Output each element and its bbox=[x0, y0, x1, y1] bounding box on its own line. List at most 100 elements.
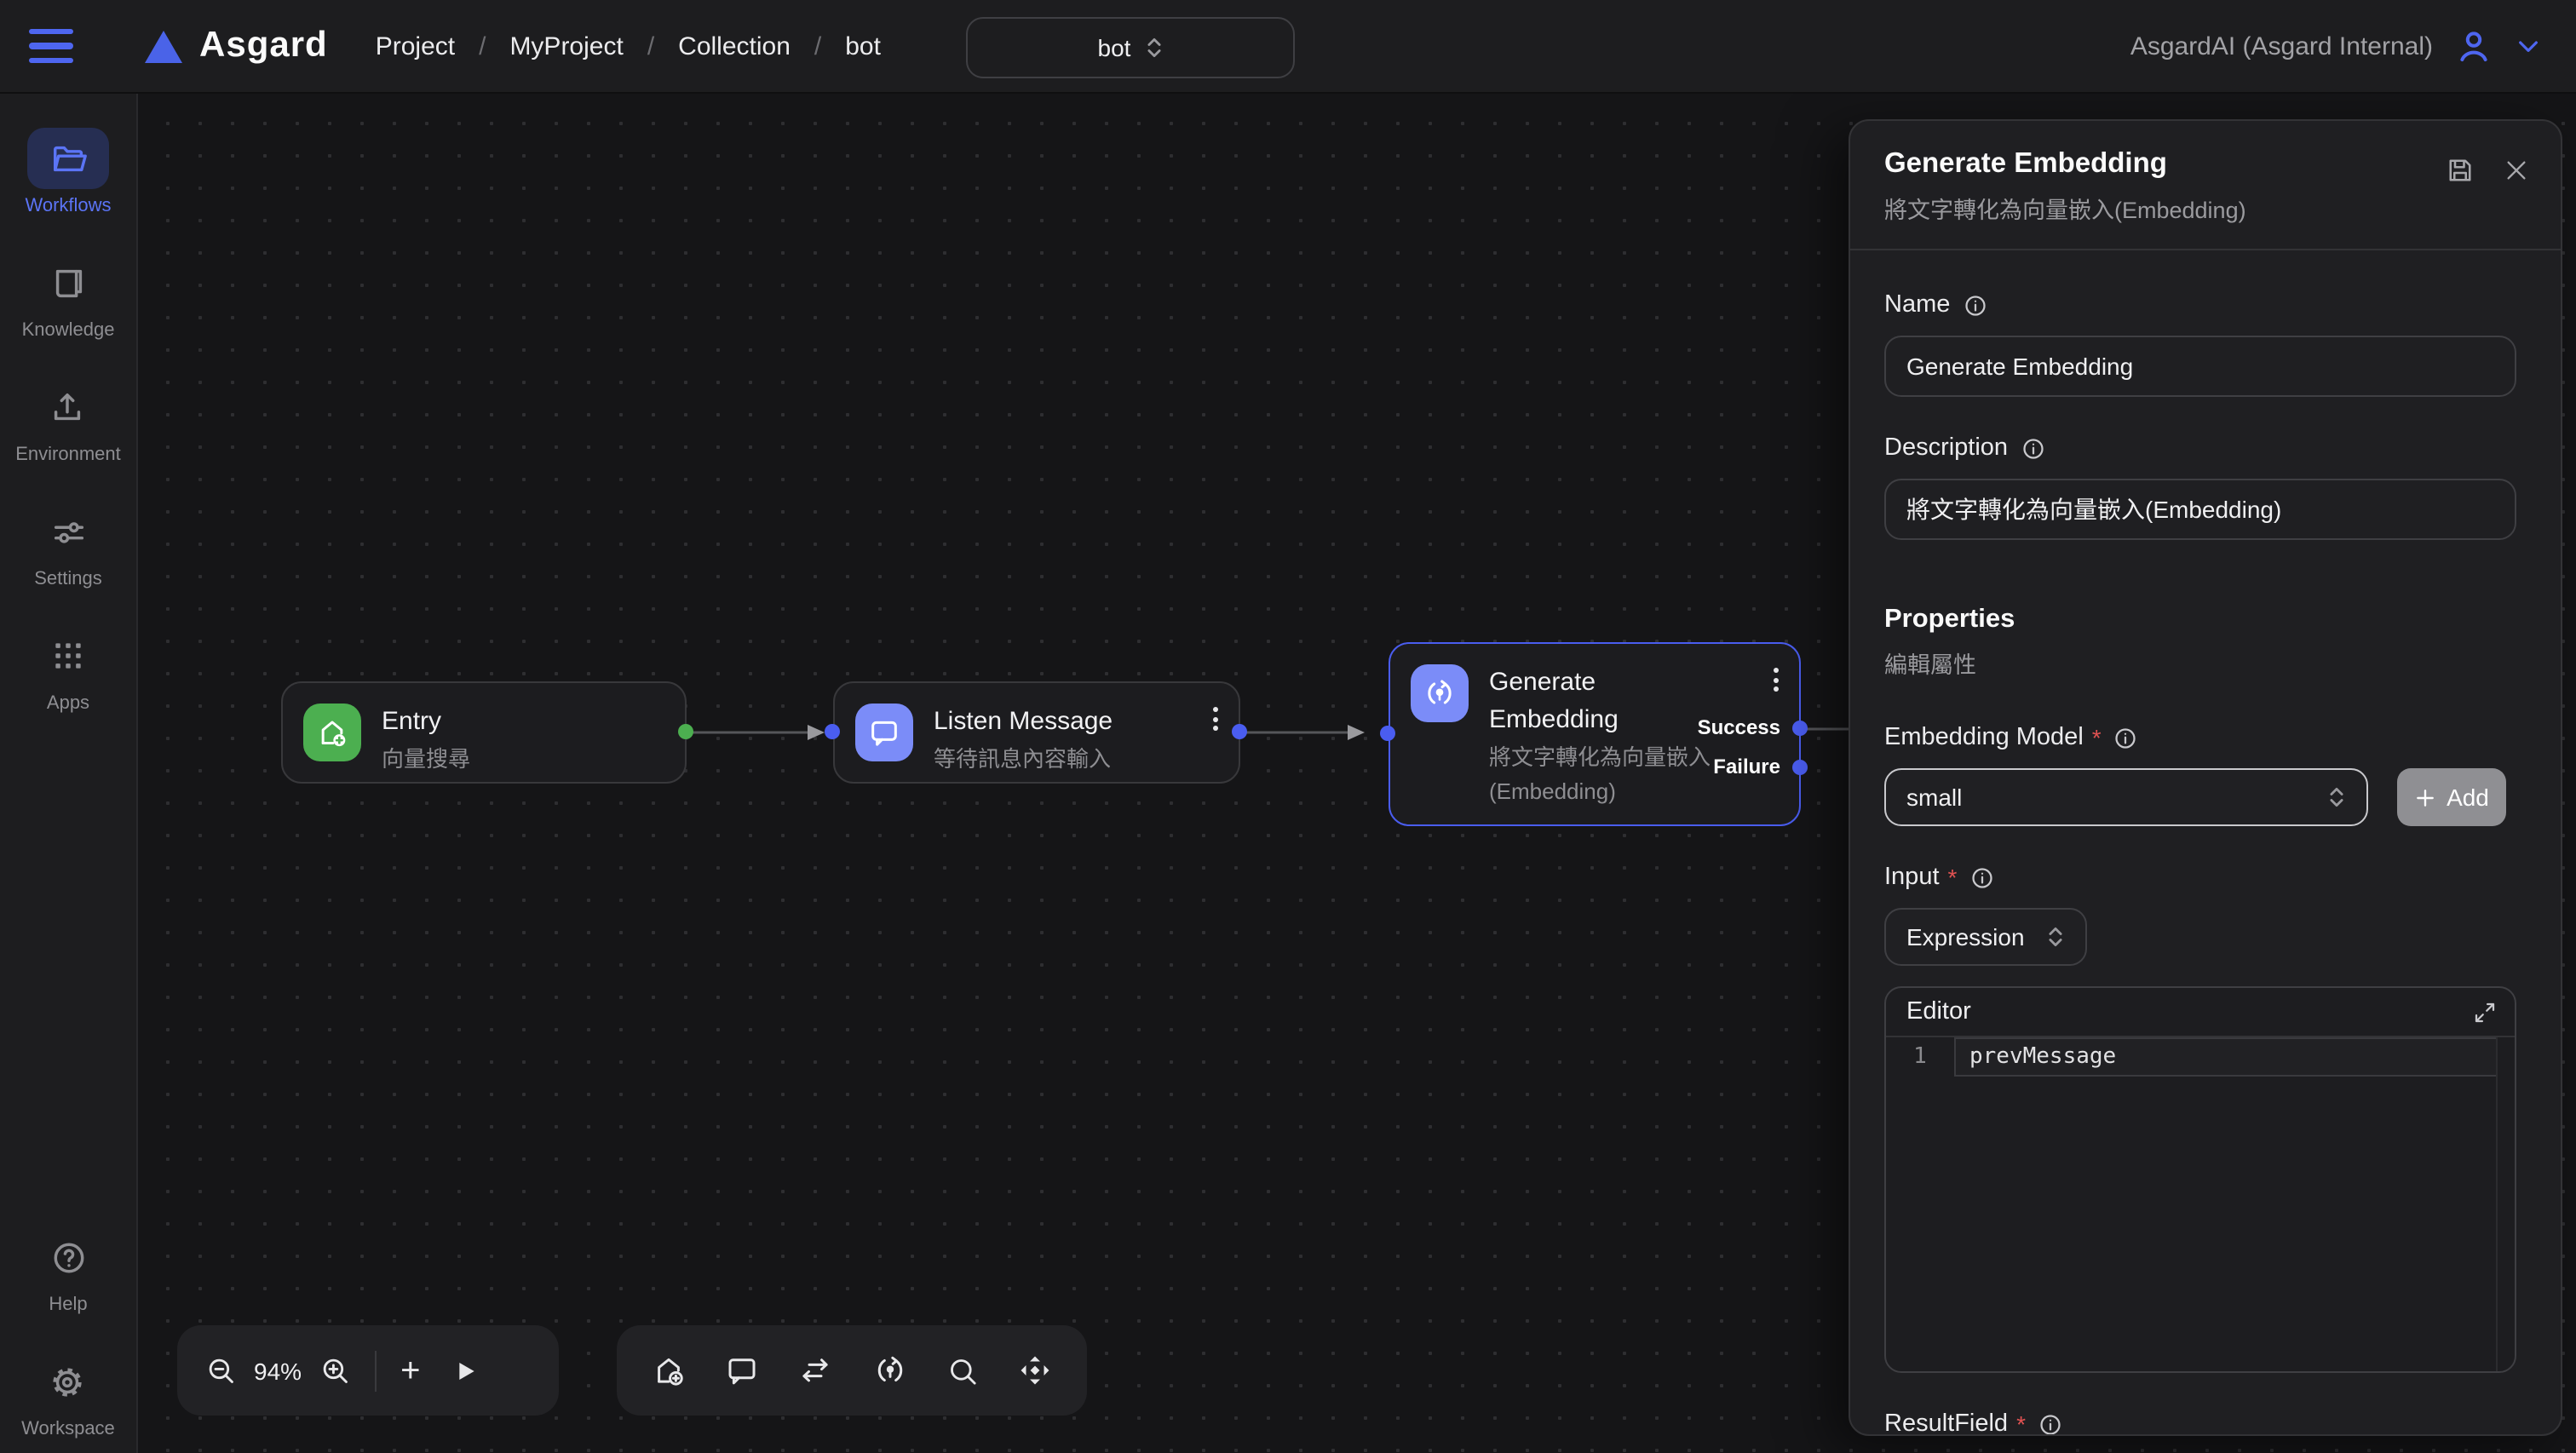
embedding-failure-port[interactable] bbox=[1792, 760, 1808, 775]
add-transfer-node-button[interactable] bbox=[798, 1352, 834, 1388]
listen-output-port[interactable] bbox=[1232, 724, 1247, 739]
canvas-zoom-toolbar: 94% + bbox=[177, 1325, 559, 1416]
breadcrumb: Project / MyProject / Collection / bot bbox=[376, 32, 881, 60]
app-window: Entry 向量搜尋 Listen Message 等待訊息內容輸入 bbox=[0, 0, 2576, 1453]
upload-icon bbox=[27, 376, 109, 438]
editor-code-area[interactable]: 1 prevMessage bbox=[1886, 1037, 2515, 1373]
node-title: Entry bbox=[382, 704, 470, 741]
embedding-model-select[interactable]: small bbox=[1884, 768, 2368, 826]
embedding-success-port[interactable] bbox=[1792, 721, 1808, 736]
embedding-model-label: Embedding Model bbox=[1884, 724, 2084, 751]
editor-line-number: 1 bbox=[1886, 1037, 1954, 1077]
close-icon[interactable] bbox=[2503, 157, 2530, 184]
panel-title: Generate Embedding bbox=[1884, 148, 2527, 181]
name-label: Name bbox=[1884, 291, 1950, 319]
sidebar-item-help[interactable]: Help bbox=[27, 1226, 109, 1315]
sidebar-item-label: Knowledge bbox=[22, 320, 115, 341]
editor-title: Editor bbox=[1906, 998, 1971, 1025]
chevron-up-down-icon bbox=[1144, 36, 1163, 60]
chevron-up-down-icon bbox=[2327, 785, 2346, 809]
info-icon[interactable] bbox=[2020, 435, 2045, 461]
chevron-down-icon[interactable] bbox=[2515, 32, 2542, 60]
workflow-selector[interactable]: bot bbox=[966, 17, 1295, 78]
required-marker: * bbox=[1948, 864, 1958, 891]
node-menu-button[interactable] bbox=[1774, 668, 1779, 692]
panel-subtitle: 將文字轉化為向量嵌入(Embedding) bbox=[1884, 191, 2527, 225]
info-icon[interactable] bbox=[1969, 864, 1994, 890]
workflow-selector-value: bot bbox=[1098, 34, 1131, 61]
breadcrumb-bot[interactable]: bot bbox=[845, 32, 881, 60]
logo-triangle-icon bbox=[145, 30, 182, 62]
editor-code-text[interactable]: prevMessage bbox=[1954, 1037, 2498, 1077]
embedding-model-value: small bbox=[1906, 784, 1962, 811]
add-embedding-node-button[interactable] bbox=[871, 1352, 907, 1388]
menu-icon[interactable] bbox=[29, 29, 73, 63]
entry-output-port[interactable] bbox=[678, 724, 693, 739]
output-label-success: Success bbox=[1389, 715, 1780, 739]
sidebar-item-label: Help bbox=[49, 1295, 87, 1315]
info-icon[interactable] bbox=[1962, 292, 1987, 318]
logo-text: Asgard bbox=[199, 26, 328, 66]
info-icon[interactable] bbox=[2113, 725, 2139, 750]
sidebar-item-apps[interactable]: Apps bbox=[27, 625, 109, 714]
input-label: Input bbox=[1884, 864, 1940, 891]
add-message-node-button[interactable] bbox=[724, 1352, 760, 1388]
speech-bubble-icon bbox=[855, 704, 913, 761]
info-icon[interactable] bbox=[2038, 1411, 2063, 1436]
top-bar: Asgard Project / MyProject / Collection … bbox=[0, 0, 2576, 94]
input-type-value: Expression bbox=[1906, 923, 2025, 950]
expand-icon[interactable] bbox=[2472, 999, 2498, 1025]
search-nodes-button[interactable] bbox=[946, 1353, 980, 1387]
zoom-out-button[interactable] bbox=[204, 1354, 237, 1387]
sidebar-item-settings[interactable]: Settings bbox=[27, 501, 109, 589]
sidebar-item-label: Settings bbox=[34, 569, 102, 589]
entry-house-plus-icon bbox=[303, 704, 361, 761]
name-input[interactable] bbox=[1884, 336, 2516, 397]
zoom-level: 94% bbox=[254, 1357, 302, 1384]
breadcrumb-project[interactable]: Project bbox=[376, 32, 455, 60]
node-entry[interactable]: Entry 向量搜尋 bbox=[281, 681, 687, 784]
run-workflow-button[interactable] bbox=[451, 1357, 478, 1384]
breadcrumb-collection[interactable]: Collection bbox=[678, 32, 791, 60]
node-palette-toolbar bbox=[617, 1325, 1087, 1416]
save-icon[interactable] bbox=[2445, 155, 2475, 186]
expression-editor: Editor 1 prevMessage bbox=[1884, 986, 2516, 1373]
zoom-in-button[interactable] bbox=[319, 1354, 351, 1387]
breadcrumb-separator: / bbox=[647, 32, 654, 60]
account-label: AsgardAI (Asgard Internal) bbox=[2130, 32, 2433, 60]
node-subtitle: 等待訊息內容輸入 bbox=[934, 743, 1113, 777]
breadcrumb-myproject[interactable]: MyProject bbox=[509, 32, 623, 60]
description-input[interactable] bbox=[1884, 479, 2516, 540]
node-listen-message[interactable]: Listen Message 等待訊息內容輸入 bbox=[833, 681, 1240, 784]
output-label-failure: Failure bbox=[1389, 755, 1780, 778]
chevron-up-down-icon bbox=[2046, 925, 2065, 949]
description-label-row: Description bbox=[1884, 434, 2516, 462]
plus-icon bbox=[2414, 786, 2436, 808]
sidebar-item-knowledge[interactable]: Knowledge bbox=[22, 252, 115, 341]
sidebar: Workflows Knowledge Environment bbox=[0, 92, 138, 1453]
breadcrumb-separator: / bbox=[479, 32, 486, 60]
user-icon[interactable] bbox=[2453, 26, 2494, 66]
add-entry-node-button[interactable] bbox=[651, 1352, 687, 1388]
auto-layout-button[interactable] bbox=[1017, 1352, 1053, 1388]
name-label-row: Name bbox=[1884, 291, 2516, 319]
add-button-label: Add bbox=[2447, 784, 2489, 811]
sidebar-item-workspace[interactable]: Workspace bbox=[21, 1351, 115, 1439]
editor-scroll-divider bbox=[2496, 1037, 2498, 1373]
description-label: Description bbox=[1884, 434, 2008, 462]
embedding-input-port[interactable] bbox=[1380, 726, 1395, 741]
folder-icon bbox=[27, 128, 109, 189]
add-model-button[interactable]: Add bbox=[2397, 768, 2506, 826]
sidebar-item-label: Apps bbox=[47, 693, 89, 714]
refresh-bulb-icon bbox=[1411, 664, 1469, 722]
sidebar-item-workflows[interactable]: Workflows bbox=[25, 128, 111, 216]
add-node-button[interactable]: + bbox=[400, 1353, 420, 1387]
properties-title: Properties bbox=[1884, 605, 2516, 635]
asgard-logo[interactable]: Asgard bbox=[145, 26, 328, 66]
node-menu-button[interactable] bbox=[1213, 707, 1218, 731]
sidebar-item-environment[interactable]: Environment bbox=[15, 376, 121, 465]
help-icon bbox=[27, 1226, 109, 1288]
breadcrumb-separator: / bbox=[814, 32, 821, 60]
listen-input-port[interactable] bbox=[825, 724, 840, 739]
input-type-select[interactable]: Expression bbox=[1884, 908, 2087, 966]
